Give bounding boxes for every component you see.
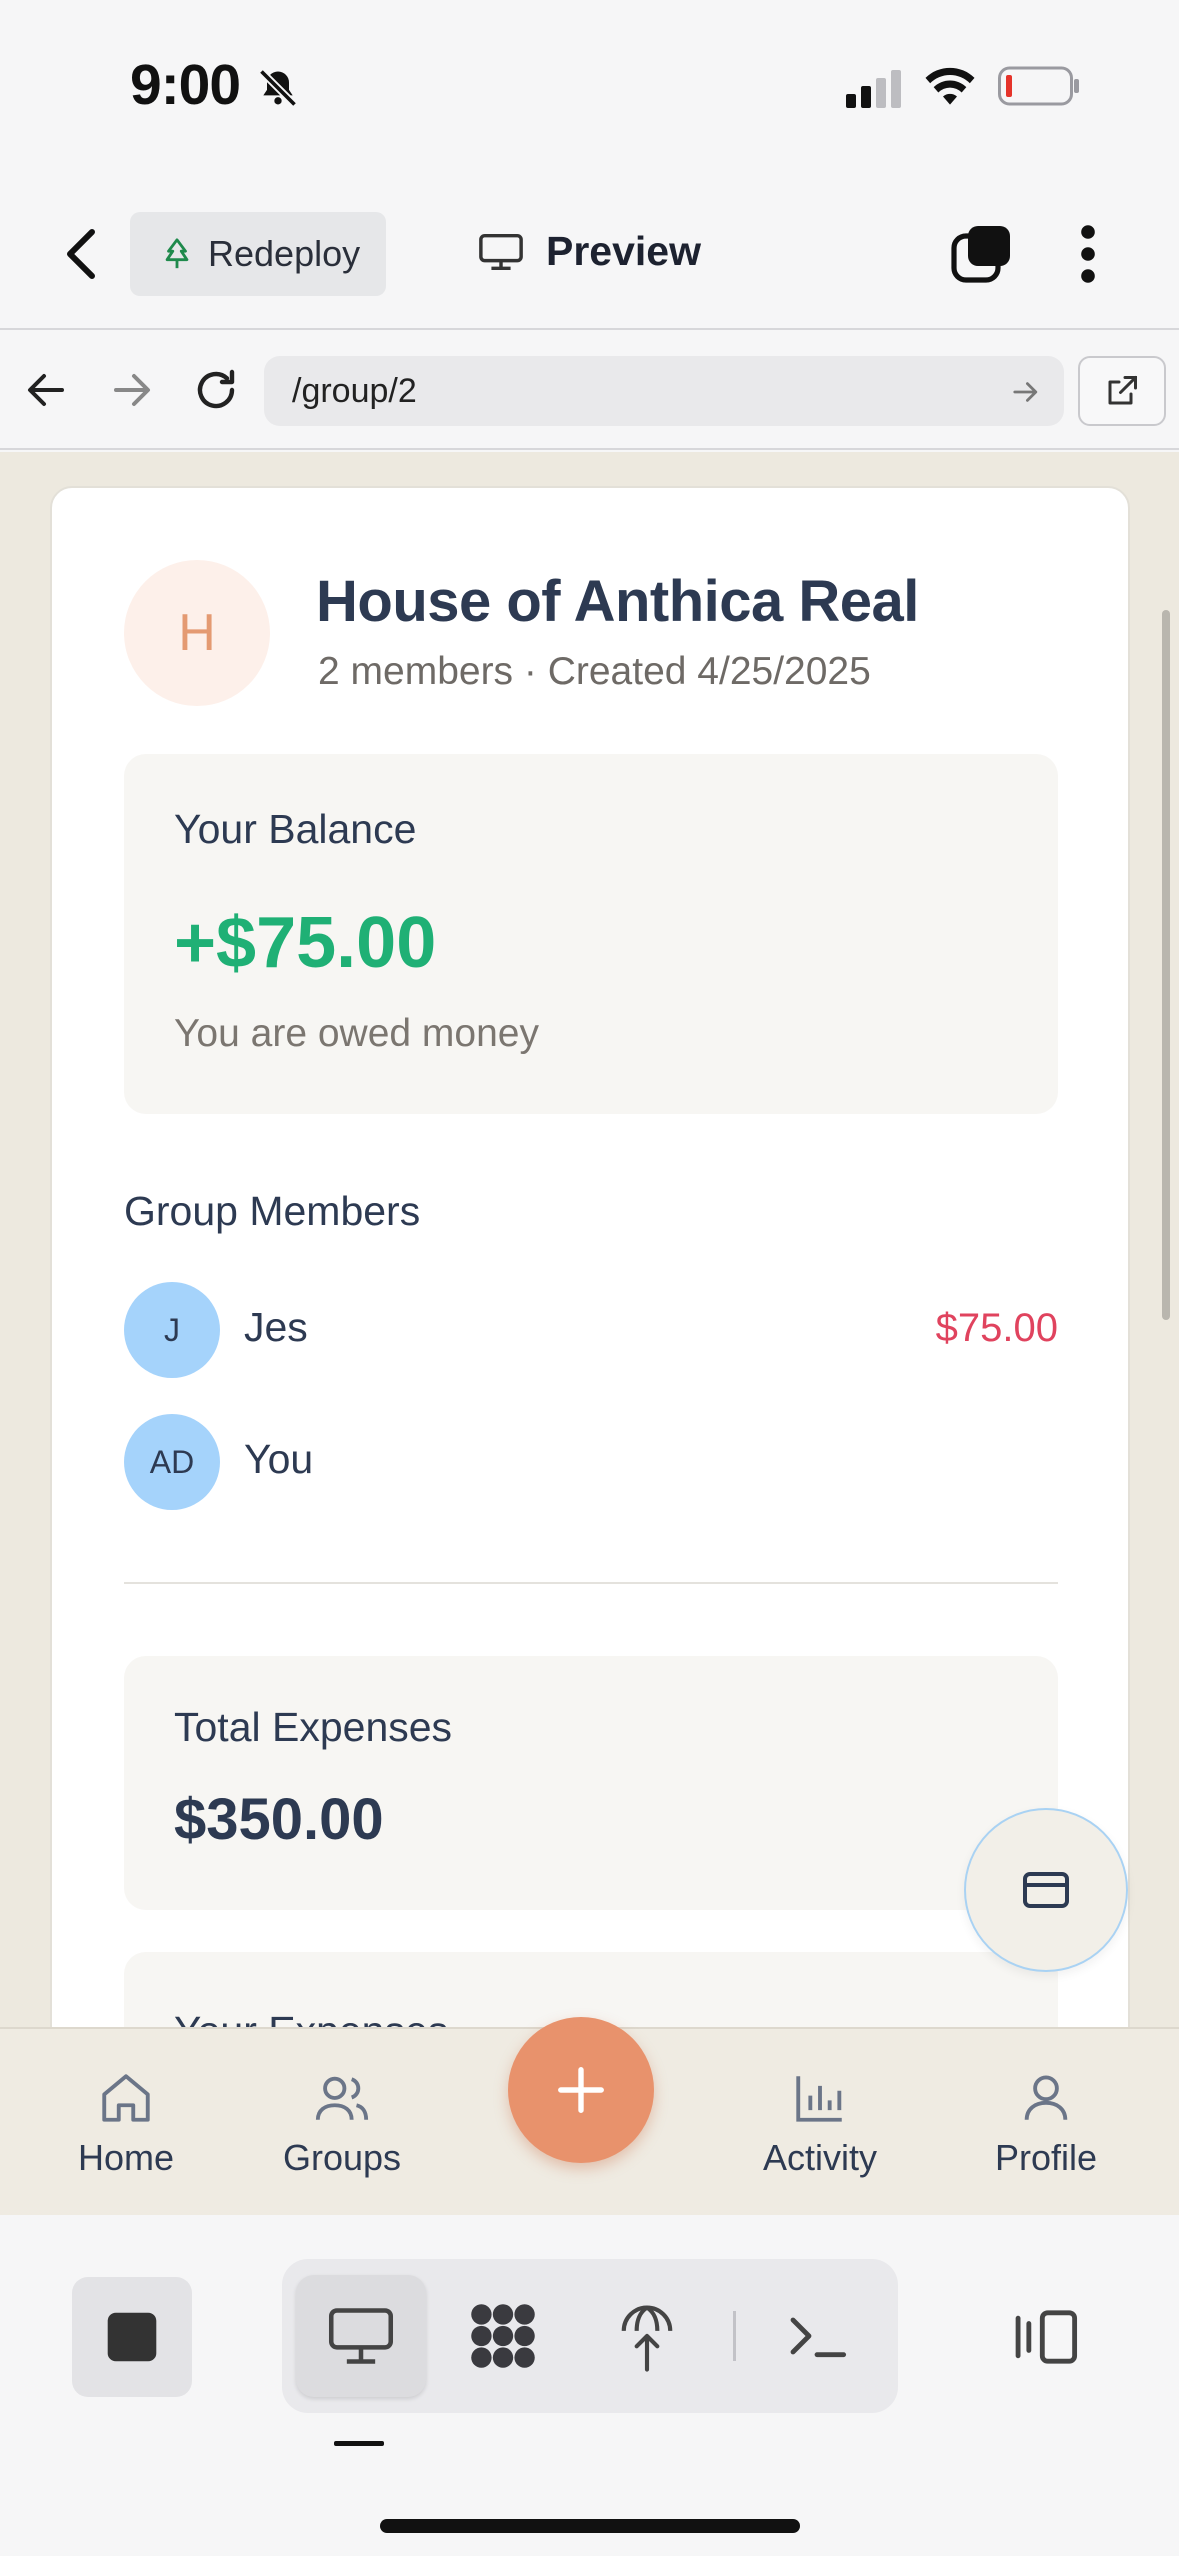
battery-icon [998, 66, 1080, 106]
balance-label: Your Balance [174, 806, 417, 852]
user-icon [1017, 2069, 1075, 2127]
url-text: /group/2 [292, 371, 417, 410]
redeploy-label: Redeploy [208, 233, 361, 274]
member-avatar: J [124, 1282, 220, 1378]
home-icon [97, 2069, 155, 2127]
status-time: 9:00 [130, 53, 241, 117]
preview-tab[interactable]: Preview [478, 228, 701, 275]
terminal-icon [785, 2308, 849, 2364]
member-name: Jes [244, 1304, 308, 1350]
reload-icon[interactable] [192, 366, 240, 414]
scrollbar[interactable] [1162, 610, 1170, 1320]
nav-profile-label: Profile [994, 2137, 1098, 2178]
open-external-button[interactable] [1078, 356, 1166, 426]
group-meta: 2 members · Created 4/25/2025 [318, 650, 871, 693]
terminal-view-button[interactable] [762, 2275, 872, 2397]
preview-view-button[interactable] [296, 2275, 426, 2397]
signal-icon [846, 68, 902, 108]
bell-muted-icon [256, 66, 300, 110]
workflow-view-button[interactable] [448, 2275, 558, 2397]
member-name: You [244, 1436, 314, 1482]
separator [733, 2311, 736, 2361]
balance-amount: +$75.00 [174, 903, 437, 983]
balance-card: Your Balance +$75.00 You are owed money [124, 754, 1058, 1114]
browser-bar: /group/2 [0, 332, 1179, 450]
stop-button[interactable] [72, 2277, 192, 2397]
total-expenses-label: Total Expenses [174, 1704, 453, 1750]
users-icon [313, 2069, 371, 2127]
nav-activity[interactable]: Activity [730, 2069, 910, 2179]
tabs-switcher-icon[interactable] [950, 222, 1014, 286]
total-expenses-amount: $350.00 [174, 1787, 384, 1852]
nav-groups-label: Groups [282, 2137, 402, 2178]
nav-profile[interactable]: Profile [956, 2069, 1136, 2179]
member-row[interactable]: J Jes $75.00 [124, 1282, 1058, 1382]
more-vertical-icon[interactable] [1078, 224, 1098, 284]
app-header: Redeploy Preview [0, 180, 1179, 330]
members-title: Group Members [124, 1188, 421, 1234]
status-bar: 9:00 [0, 0, 1179, 180]
antenna-icon [616, 2299, 678, 2373]
nav-activity-label: Activity [762, 2137, 877, 2178]
nav-groups[interactable]: Groups [252, 2069, 432, 2179]
divider [124, 1582, 1058, 1584]
member-avatar: AD [124, 1414, 220, 1510]
monitor-icon [327, 2306, 395, 2366]
active-indicator [334, 2441, 384, 2446]
member-amount: $75.00 [935, 1306, 1058, 1350]
bar-chart-icon [791, 2069, 849, 2127]
credit-card-icon [1022, 1871, 1070, 1909]
url-input[interactable]: /group/2 [264, 356, 1064, 426]
balance-note: You are owed money [174, 1012, 539, 1055]
browser-back-icon[interactable] [26, 370, 66, 410]
nav-home-label: Home [77, 2137, 175, 2178]
browser-forward-icon[interactable] [112, 370, 152, 410]
group-avatar: H [124, 560, 270, 706]
group-title: House of Anthica Real [316, 569, 919, 634]
preview-label: Preview [546, 228, 701, 274]
back-chevron-icon[interactable] [62, 226, 102, 282]
plus-icon [554, 2063, 608, 2117]
stop-icon [105, 2310, 159, 2364]
group-card: H House of Anthica Real 2 members · Crea… [50, 486, 1130, 2027]
nav-home[interactable]: Home [36, 2069, 216, 2179]
tree-icon [160, 237, 194, 271]
view-switcher [282, 2259, 898, 2413]
monitor-icon [478, 232, 524, 272]
go-arrow-icon[interactable] [1012, 378, 1040, 406]
add-expense-button[interactable] [508, 2017, 654, 2163]
tool-bar [0, 2215, 1179, 2556]
payment-fab[interactable] [964, 1808, 1128, 1972]
bottom-nav: Home Groups Activity Profile [0, 2017, 1179, 2215]
page-content: H House of Anthica Real 2 members · Crea… [0, 452, 1179, 2027]
redeploy-button[interactable]: Redeploy [130, 212, 386, 296]
external-link-icon [1104, 373, 1140, 409]
member-row[interactable]: AD You [124, 1414, 1058, 1514]
your-expenses-label: Your Expenses [174, 2008, 448, 2027]
nodes-icon [466, 2299, 540, 2373]
deploy-view-button[interactable] [592, 2275, 702, 2397]
home-indicator[interactable] [380, 2519, 800, 2533]
panel-toggle-icon[interactable] [1010, 2307, 1080, 2367]
your-expenses-card: Your Expenses [124, 1952, 1058, 2027]
wifi-icon [922, 64, 978, 108]
total-expenses-card: Total Expenses $350.00 [124, 1656, 1058, 1910]
